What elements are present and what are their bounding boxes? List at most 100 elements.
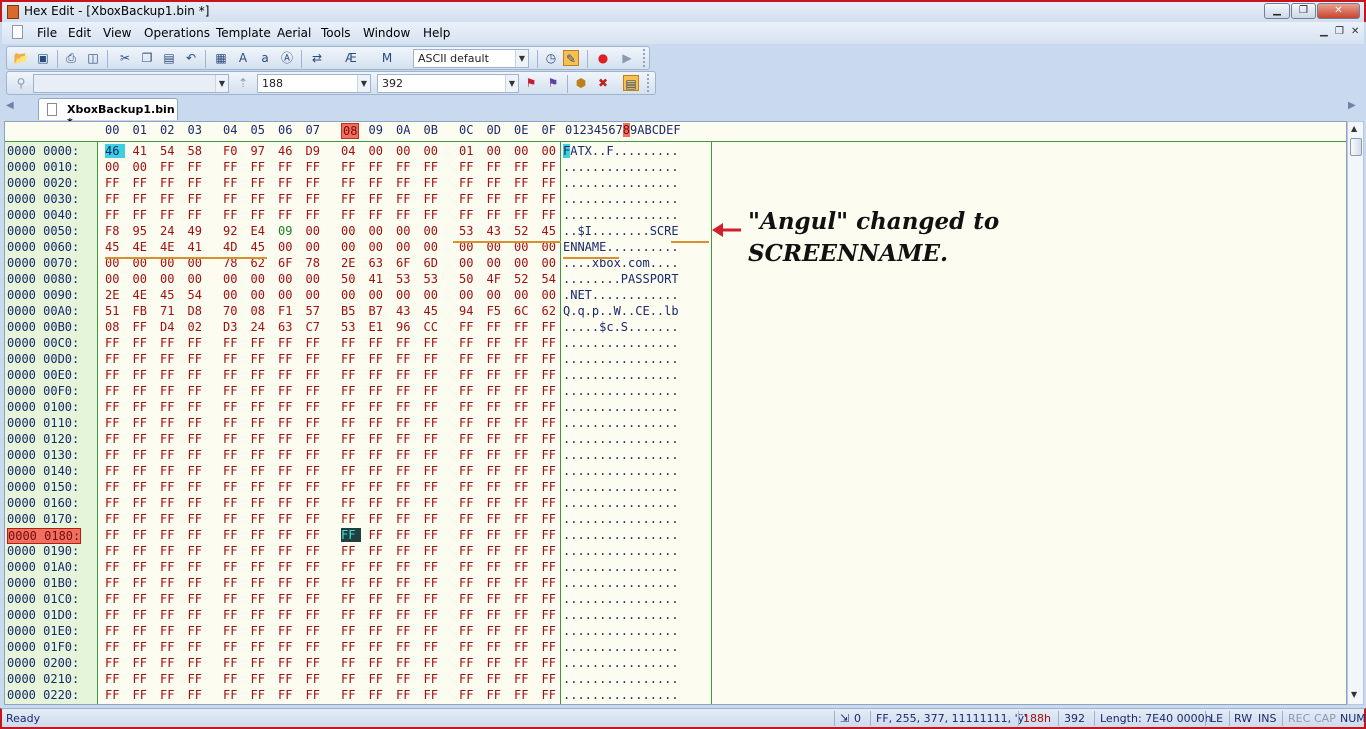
hex-byte[interactable]: FF [369,464,389,478]
hex-byte[interactable]: FF [514,192,534,206]
hex-byte[interactable]: FF [278,192,298,206]
hex-byte[interactable]: FF [341,512,361,526]
hex-byte[interactable]: 53 [424,272,444,286]
hex-byte[interactable]: FF [306,464,326,478]
ascii-text[interactable]: ................ [563,672,679,686]
hex-byte[interactable]: FF [133,560,153,574]
hex-byte[interactable]: FF [341,160,361,174]
hex-byte[interactable]: FF [133,688,153,702]
hex-byte[interactable]: FF [133,528,153,542]
hex-byte[interactable]: FF [223,592,243,606]
hex-byte[interactable]: FF [542,496,562,510]
hex-byte[interactable]: FF [223,416,243,430]
hex-byte[interactable]: FF [160,528,180,542]
hex-byte[interactable]: FF [278,416,298,430]
hex-byte[interactable]: FF [369,576,389,590]
hex-byte[interactable]: 54 [188,288,208,302]
hex-byte[interactable]: FF [542,624,562,638]
hex-byte[interactable]: 52 [514,224,534,238]
ascii-text[interactable]: ................ [563,384,679,398]
copy-icon[interactable]: ❐ [139,50,155,66]
hex-byte[interactable]: 45 [542,224,562,238]
hex-byte[interactable]: FF [251,208,271,222]
hex-byte[interactable]: FF [105,208,125,222]
ascii-text[interactable]: ................ [563,448,679,462]
hex-byte[interactable]: FF [223,464,243,478]
hex-byte[interactable]: FF [105,688,125,702]
hex-byte[interactable]: FF [487,320,507,334]
hex-byte[interactable]: FF [514,208,534,222]
hex-byte[interactable]: FF [160,640,180,654]
hex-byte[interactable]: FF [459,336,479,350]
hex-row[interactable]: 0000 0000: 46 41 54 58 F0 97 46 D9 04 00 00 00 01 00 00… [5,144,725,160]
hex-byte[interactable]: FF [514,432,534,446]
hex-byte[interactable]: FF [369,640,389,654]
hex-byte[interactable]: FF [105,432,125,446]
hex-byte[interactable]: FF [223,608,243,622]
hex-byte[interactable]: FF [223,368,243,382]
hex-byte[interactable]: FF [514,560,534,574]
hex-byte[interactable]: 00 [223,288,243,302]
hex-byte[interactable]: FF [105,512,125,526]
tab-scroll-right-icon[interactable]: ▶ [1348,100,1356,111]
hex-byte[interactable]: 00 [396,288,416,302]
hex-row[interactable]: 0000 0150: FF FF FF FF FF FF FF FF FF FF FF FF FF FF FF… [5,480,725,496]
hex-byte[interactable]: FF [459,352,479,366]
document-icon[interactable] [12,25,23,39]
hex-byte[interactable]: FF [369,160,389,174]
hex-byte[interactable]: FF [306,160,326,174]
hex-byte[interactable]: 6D [424,256,444,270]
close-button[interactable]: ✕ [1317,3,1360,19]
hex-row[interactable]: 0000 00C0: FF FF FF FF FF FF FF FF FF FF FF FF FF FF FF… [5,336,725,352]
hex-row[interactable]: 0000 01F0: FF FF FF FF FF FF FF FF FF FF FF FF FF FF FF… [5,640,725,656]
hex-byte[interactable]: FF [105,480,125,494]
scroll-down-icon[interactable]: ▼ [1351,690,1357,699]
hex-byte[interactable]: FF [223,160,243,174]
hex-byte[interactable]: 46 [105,144,125,158]
hex-row[interactable]: 0000 0100: FF FF FF FF FF FF FF FF FF FF FF FF FF FF FF… [5,400,725,416]
hex-offset-input[interactable]: 188 ▼ [257,74,371,93]
hex-byte[interactable]: FF [306,656,326,670]
ascii-text[interactable]: .NET............ [563,288,679,302]
hex-byte[interactable]: E1 [369,320,389,334]
menu-window[interactable]: Window [363,26,410,40]
hex-byte[interactable]: FF [105,608,125,622]
hex-byte[interactable]: 00 [487,144,507,158]
hex-byte[interactable]: 45 [251,240,271,254]
hex-byte[interactable]: FF [396,416,416,430]
hex-byte[interactable]: FF [188,656,208,670]
hex-row[interactable]: 0000 00E0: FF FF FF FF FF FF FF FF FF FF FF FF FF FF FF… [5,368,725,384]
hex-byte[interactable]: FF [487,624,507,638]
hex-byte[interactable]: FF [160,608,180,622]
hex-byte[interactable]: FF [424,656,444,670]
hex-byte[interactable]: FF [487,512,507,526]
hex-byte[interactable]: FF [251,400,271,414]
vertical-scrollbar[interactable]: ▲ ▼ [1347,121,1364,705]
hex-byte[interactable]: FF [133,544,153,558]
hex-byte[interactable]: FF [459,192,479,206]
hex-byte[interactable]: FF [341,528,361,542]
hex-byte[interactable]: FF [105,544,125,558]
hex-byte[interactable]: FF [487,576,507,590]
hex-byte[interactable]: FF [188,592,208,606]
hex-byte[interactable]: FF [223,352,243,366]
hex-byte[interactable]: FF [105,560,125,574]
hex-byte[interactable]: FF [105,672,125,686]
hex-byte[interactable]: FF [278,464,298,478]
hex-byte[interactable]: FF [160,656,180,670]
hex-byte[interactable]: FF [160,384,180,398]
hex-byte[interactable]: FF [369,592,389,606]
hex-byte[interactable]: FF [396,368,416,382]
hex-byte[interactable]: FF [188,176,208,190]
hex-byte[interactable]: FF [105,624,125,638]
hex-byte[interactable]: 00 [487,288,507,302]
hex-byte[interactable]: FF [396,576,416,590]
hex-byte[interactable]: CC [424,320,444,334]
hex-byte[interactable]: FF [459,512,479,526]
hex-byte[interactable]: FF [487,672,507,686]
hex-byte[interactable]: FF [133,448,153,462]
hex-byte[interactable]: FF [133,640,153,654]
hex-byte[interactable]: 95 [133,224,153,238]
hex-byte[interactable]: FF [251,512,271,526]
hex-byte[interactable]: FF [105,656,125,670]
